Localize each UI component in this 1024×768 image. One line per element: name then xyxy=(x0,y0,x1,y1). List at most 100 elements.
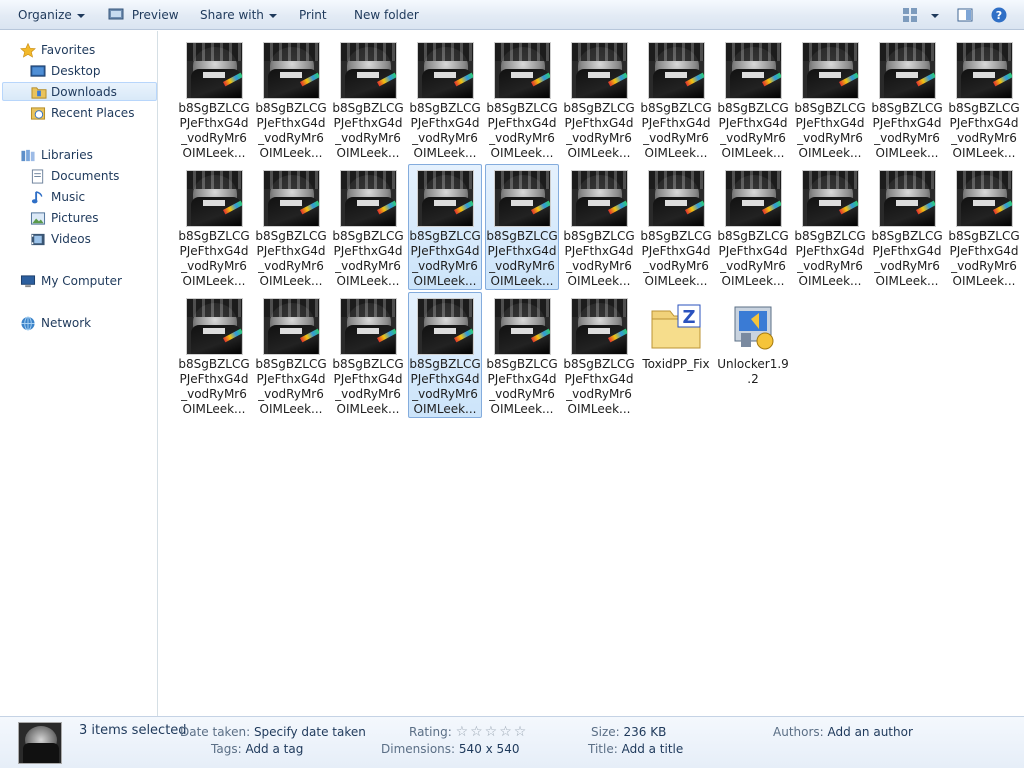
image-file-item[interactable]: b8SgBZLCG PJeFthxG4d _vodRyMr6 OIMLeek... xyxy=(716,36,790,162)
image-file-item[interactable]: b8SgBZLCG PJeFthxG4d _vodRyMr6 OIMLeek... xyxy=(793,164,867,290)
installer-file-item[interactable]: Unlocker1.9.2 xyxy=(716,292,790,418)
image-thumbnail xyxy=(263,170,320,227)
file-name-label: Unlocker1.9.2 xyxy=(717,357,789,386)
file-name-label: b8SgBZLCG PJeFthxG4d _vodRyMr6 OIMLeek... xyxy=(794,101,866,160)
folder-icon xyxy=(31,87,47,99)
image-file-item[interactable]: b8SgBZLCG PJeFthxG4d _vodRyMr6 OIMLeek... xyxy=(408,292,482,418)
image-file-item[interactable]: b8SgBZLCG PJeFthxG4d _vodRyMr6 OIMLeek... xyxy=(254,36,328,162)
image-file-item[interactable]: b8SgBZLCG PJeFthxG4d _vodRyMr6 OIMLeek... xyxy=(177,292,251,418)
image-thumbnail xyxy=(186,170,243,227)
image-file-item[interactable]: b8SgBZLCG PJeFthxG4d _vodRyMr6 OIMLeek... xyxy=(331,292,405,418)
image-file-item[interactable]: b8SgBZLCG PJeFthxG4d _vodRyMr6 OIMLeek... xyxy=(947,36,1021,162)
image-thumbnail xyxy=(648,170,705,227)
rating-stars[interactable]: ☆☆☆☆☆ xyxy=(456,724,529,740)
image-file-item[interactable]: b8SgBZLCG PJeFthxG4d _vodRyMr6 OIMLeek... xyxy=(331,164,405,290)
file-name-label: b8SgBZLCG PJeFthxG4d _vodRyMr6 OIMLeek... xyxy=(255,101,327,160)
image-file-item[interactable]: b8SgBZLCG PJeFthxG4d _vodRyMr6 OIMLeek... xyxy=(177,164,251,290)
navigation-pane: Favorites Desktop Downloads Recent Place… xyxy=(0,31,158,716)
file-name-label: b8SgBZLCG PJeFthxG4d _vodRyMr6 OIMLeek... xyxy=(332,357,404,416)
file-name-label: b8SgBZLCG PJeFthxG4d _vodRyMr6 OIMLeek... xyxy=(794,229,866,288)
image-thumbnail xyxy=(494,170,551,227)
title-value[interactable]: Add a title xyxy=(622,742,684,756)
image-thumbnail xyxy=(956,42,1013,99)
image-file-item[interactable]: b8SgBZLCG PJeFthxG4d _vodRyMr6 OIMLeek... xyxy=(870,164,944,290)
file-name-label: b8SgBZLCG PJeFthxG4d _vodRyMr6 OIMLeek... xyxy=(717,101,789,160)
image-file-item[interactable]: b8SgBZLCG PJeFthxG4d _vodRyMr6 OIMLeek... xyxy=(408,36,482,162)
nav-downloads[interactable]: Downloads xyxy=(2,82,157,101)
image-thumbnail xyxy=(263,42,320,99)
view-options-dropdown[interactable] xyxy=(926,0,939,30)
file-name-label: ToxidPP_Fix xyxy=(642,357,710,371)
organize-button[interactable]: Organize xyxy=(18,0,85,30)
file-name-label: b8SgBZLCG PJeFthxG4d _vodRyMr6 OIMLeek... xyxy=(178,357,250,416)
new-folder-button[interactable]: New folder xyxy=(354,0,419,30)
image-thumbnail xyxy=(571,298,628,355)
zip-file-item[interactable]: Z ToxidPP_Fix xyxy=(639,292,713,418)
selected-file-thumbnail xyxy=(18,722,62,764)
share-with-button[interactable]: Share with xyxy=(200,0,277,30)
image-file-item[interactable]: b8SgBZLCG PJeFthxG4d _vodRyMr6 OIMLeek... xyxy=(254,292,328,418)
image-thumbnail xyxy=(263,298,320,355)
documents-icon xyxy=(31,169,44,184)
image-file-item[interactable]: b8SgBZLCG PJeFthxG4d _vodRyMr6 OIMLeek... xyxy=(947,164,1021,290)
svg-text:Z: Z xyxy=(682,307,695,328)
file-name-label: b8SgBZLCG PJeFthxG4d _vodRyMr6 OIMLeek... xyxy=(948,229,1020,288)
pictures-icon xyxy=(30,212,46,225)
authors-value[interactable]: Add an author xyxy=(828,725,913,739)
computer-icon xyxy=(20,275,36,288)
size-field: Size: 236 KB xyxy=(591,725,667,739)
view-options-icon[interactable] xyxy=(902,7,918,23)
preview-pane-icon[interactable] xyxy=(957,7,973,23)
libraries-icon xyxy=(21,149,35,162)
image-file-item[interactable]: b8SgBZLCG PJeFthxG4d _vodRyMr6 OIMLeek... xyxy=(408,164,482,290)
music-icon xyxy=(31,191,43,204)
date-taken-value[interactable]: Specify date taken xyxy=(254,725,366,739)
image-file-item[interactable]: b8SgBZLCG PJeFthxG4d _vodRyMr6 OIMLeek... xyxy=(485,164,559,290)
image-file-item[interactable]: b8SgBZLCG PJeFthxG4d _vodRyMr6 OIMLeek... xyxy=(870,36,944,162)
image-file-item[interactable]: b8SgBZLCG PJeFthxG4d _vodRyMr6 OIMLeek... xyxy=(793,36,867,162)
image-file-item[interactable]: b8SgBZLCG PJeFthxG4d _vodRyMr6 OIMLeek... xyxy=(562,36,636,162)
image-file-item[interactable]: b8SgBZLCG PJeFthxG4d _vodRyMr6 OIMLeek... xyxy=(485,36,559,162)
file-name-label: b8SgBZLCG PJeFthxG4d _vodRyMr6 OIMLeek... xyxy=(486,357,558,416)
file-name-label: b8SgBZLCG PJeFthxG4d _vodRyMr6 OIMLeek... xyxy=(409,101,481,160)
file-name-label: b8SgBZLCG PJeFthxG4d _vodRyMr6 OIMLeek... xyxy=(255,229,327,288)
command-bar: Organize Preview Share with Print New fo… xyxy=(0,0,1024,30)
image-thumbnail xyxy=(571,42,628,99)
image-file-item[interactable]: b8SgBZLCG PJeFthxG4d _vodRyMr6 OIMLeek... xyxy=(639,164,713,290)
file-name-label: b8SgBZLCG PJeFthxG4d _vodRyMr6 OIMLeek... xyxy=(871,101,943,160)
help-icon[interactable]: ? xyxy=(991,7,1007,23)
tags-field: Tags: Add a tag xyxy=(211,742,304,756)
print-button[interactable]: Print xyxy=(299,0,327,30)
image-file-item[interactable]: b8SgBZLCG PJeFthxG4d _vodRyMr6 OIMLeek... xyxy=(331,36,405,162)
recent-places-icon xyxy=(30,107,46,120)
tags-value[interactable]: Add a tag xyxy=(245,742,303,756)
file-name-label: b8SgBZLCG PJeFthxG4d _vodRyMr6 OIMLeek... xyxy=(255,357,327,416)
file-name-label: b8SgBZLCG PJeFthxG4d _vodRyMr6 OIMLeek... xyxy=(871,229,943,288)
image-thumbnail xyxy=(725,42,782,99)
image-thumbnail xyxy=(725,170,782,227)
image-thumbnail xyxy=(802,170,859,227)
star-icon xyxy=(20,43,36,58)
image-file-item[interactable]: b8SgBZLCG PJeFthxG4d _vodRyMr6 OIMLeek... xyxy=(639,36,713,162)
image-thumbnail xyxy=(802,42,859,99)
image-file-item[interactable]: b8SgBZLCG PJeFthxG4d _vodRyMr6 OIMLeek... xyxy=(177,36,251,162)
image-thumbnail xyxy=(494,42,551,99)
file-name-label: b8SgBZLCG PJeFthxG4d _vodRyMr6 OIMLeek... xyxy=(409,229,481,288)
preview-button[interactable]: Preview xyxy=(108,0,179,30)
image-file-item[interactable]: b8SgBZLCG PJeFthxG4d _vodRyMr6 OIMLeek... xyxy=(562,164,636,290)
file-name-label: b8SgBZLCG PJeFthxG4d _vodRyMr6 OIMLeek... xyxy=(486,101,558,160)
file-name-label: b8SgBZLCG PJeFthxG4d _vodRyMr6 OIMLeek... xyxy=(563,357,635,416)
file-name-label: b8SgBZLCG PJeFthxG4d _vodRyMr6 OIMLeek... xyxy=(563,229,635,288)
image-file-item[interactable]: b8SgBZLCG PJeFthxG4d _vodRyMr6 OIMLeek... xyxy=(562,292,636,418)
image-thumbnail xyxy=(879,170,936,227)
image-thumbnail xyxy=(186,42,243,99)
file-name-label: b8SgBZLCG PJeFthxG4d _vodRyMr6 OIMLeek... xyxy=(409,357,481,416)
image-file-item[interactable]: b8SgBZLCG PJeFthxG4d _vodRyMr6 OIMLeek... xyxy=(485,292,559,418)
image-file-item[interactable]: b8SgBZLCG PJeFthxG4d _vodRyMr6 OIMLeek... xyxy=(716,164,790,290)
title-field: Title: Add a title xyxy=(588,742,684,756)
file-name-label: b8SgBZLCG PJeFthxG4d _vodRyMr6 OIMLeek... xyxy=(640,101,712,160)
preview-icon xyxy=(108,8,124,20)
image-file-item[interactable]: b8SgBZLCG PJeFthxG4d _vodRyMr6 OIMLeek... xyxy=(254,164,328,290)
dimensions-field: Dimensions: 540 x 540 xyxy=(381,742,520,756)
file-name-label: b8SgBZLCG PJeFthxG4d _vodRyMr6 OIMLeek... xyxy=(717,229,789,288)
